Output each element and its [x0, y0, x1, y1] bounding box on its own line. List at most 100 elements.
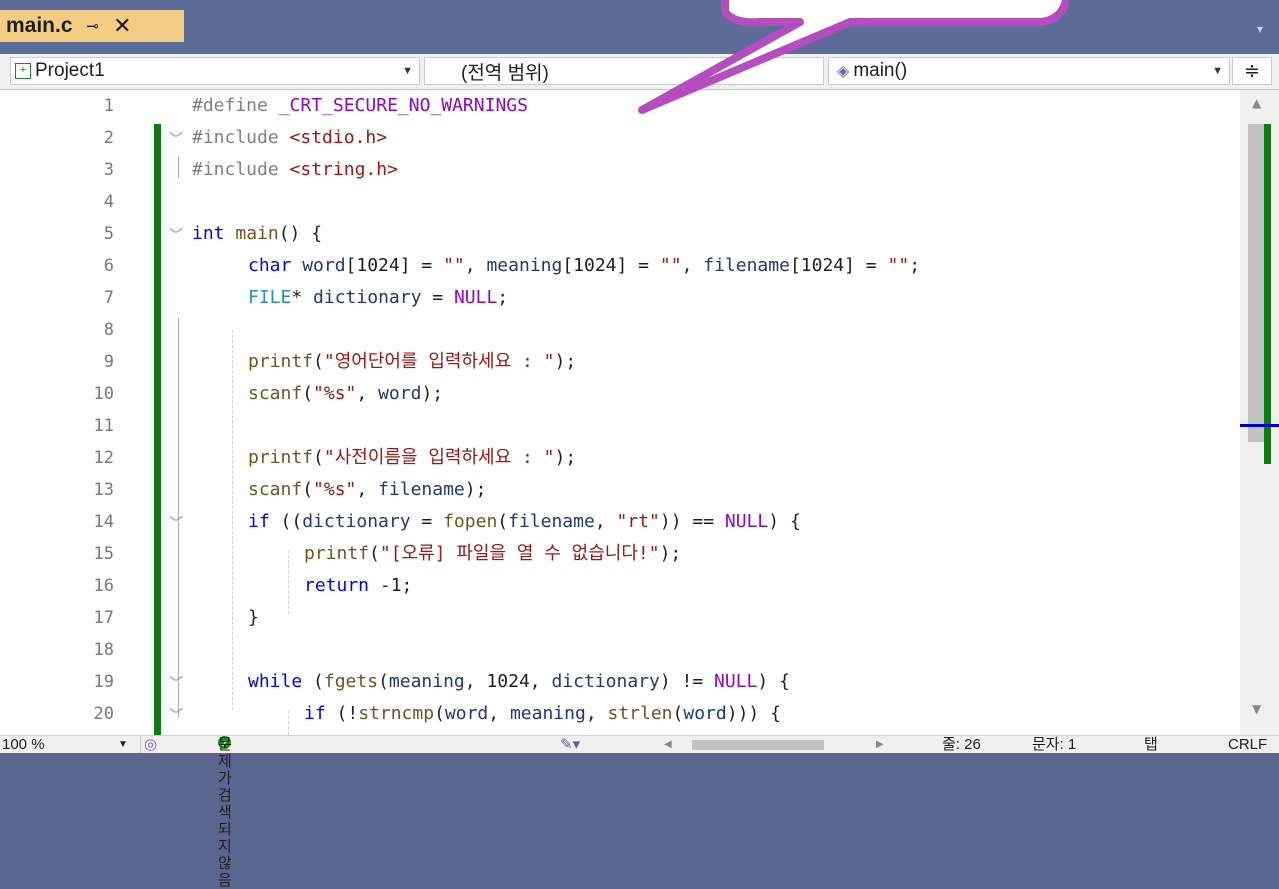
fold-collapse-icon[interactable]: ﹀ [169, 673, 183, 693]
zoom-dropdown[interactable]: 100 % ▼ [0, 736, 141, 753]
code-line: 17 } [0, 602, 1240, 634]
line-number: 20 [93, 704, 114, 724]
code-line: 7 FILE* dictionary = NULL; [0, 282, 1240, 314]
code-line: 2 ﹀ #include <stdio.h> [0, 122, 1240, 154]
change-tracking-bar [154, 124, 161, 735]
line-number: 19 [93, 672, 114, 692]
code-line: 5 ﹀ int main() { [0, 218, 1240, 250]
health-icon[interactable]: ◎ [144, 736, 157, 753]
line-number: 16 [93, 576, 114, 596]
code-line: 18 [0, 634, 1240, 666]
zoom-level: 100 % [2, 736, 45, 753]
code-text: printf("[오류] 파일을 열 수 없습니다!"); [304, 543, 682, 564]
code-line: 9 printf("영어단어를 입력하세요 : "); [0, 346, 1240, 378]
member-dropdown[interactable]: ◈ main() ▼ [828, 57, 1230, 85]
code-text: #include <string.h> [192, 159, 398, 180]
code-line: 3 #include <string.h> [0, 154, 1240, 186]
line-number: 8 [103, 320, 114, 340]
code-text: if (!strncmp(word, meaning, strlen(word)… [304, 703, 781, 724]
line-number: 12 [93, 448, 114, 468]
code-line: 10 scanf("%s", word); [0, 378, 1240, 410]
scroll-down-icon[interactable]: ▼ [1252, 702, 1261, 716]
scope-dropdown[interactable]: (전역 범위) [424, 57, 824, 85]
line-number: 5 [103, 224, 114, 244]
line-number: 13 [93, 480, 114, 500]
line-number: 15 [93, 544, 114, 564]
code-line: 11 [0, 410, 1240, 442]
fold-collapse-icon[interactable]: ﹀ [169, 129, 183, 149]
chevron-down-icon: ▼ [1212, 65, 1223, 77]
code-line: 12 printf("사전이름을 입력하세요 : "); [0, 442, 1240, 474]
navigation-bar: + Project1 ▼ (전역 범위) ◈ main() ▼ ≑ [0, 54, 1279, 90]
code-text: return -1; [304, 575, 413, 596]
scroll-right-icon[interactable]: ▶ [876, 736, 884, 753]
code-text: scanf("%s", filename); [248, 479, 487, 500]
cleanup-icon[interactable]: ✎▾ [560, 736, 580, 753]
fold-collapse-icon[interactable]: ﹀ [169, 225, 183, 245]
code-line: 19 ﹀ while (fgets(meaning, 1024, diction… [0, 666, 1240, 698]
code-line: 8 [0, 314, 1240, 346]
code-editor[interactable]: 1 #define _CRT_SECURE_NO_WARNINGS 2 ﹀ #i… [0, 90, 1240, 735]
tab-filename: main.c [6, 14, 73, 37]
horizontal-scroll-thumb[interactable] [692, 740, 824, 750]
pin-icon[interactable]: ⊸ [87, 17, 100, 35]
line-indicator[interactable]: 줄: 26 [942, 736, 981, 753]
line-number: 7 [103, 288, 114, 308]
line-number: 18 [93, 640, 114, 660]
line-number: 1 [103, 96, 114, 116]
code-line: 20 ﹀ if (!strncmp(word, meaning, strlen(… [0, 698, 1240, 730]
code-line: 13 scanf("%s", filename); [0, 474, 1240, 506]
line-number: 10 [93, 384, 114, 404]
document-tab-bar: main.c ⊸ ✕ ▾ [0, 0, 1279, 54]
change-marker [1264, 124, 1271, 464]
code-line: 15 printf("[오류] 파일을 열 수 없습니다!"); [0, 538, 1240, 570]
member-name: main() [853, 60, 908, 81]
code-text: } [248, 607, 259, 628]
line-number: 2 [103, 128, 114, 148]
code-line: 4 [0, 186, 1240, 218]
project-icon: + [15, 63, 31, 79]
line-number: 17 [93, 608, 114, 628]
chevron-down-icon: ▼ [402, 65, 413, 77]
code-text: while (fgets(meaning, 1024, dictionary) … [248, 671, 790, 692]
fold-collapse-icon[interactable]: ﹀ [169, 513, 183, 533]
code-text: #define _CRT_SECURE_NO_WARNINGS [192, 95, 528, 116]
code-text: scanf("%s", word); [248, 383, 444, 404]
code-text: FILE* dictionary = NULL; [248, 287, 509, 308]
code-line: 16 return -1; [0, 570, 1240, 602]
line-number: 4 [103, 192, 114, 212]
project-name: Project1 [35, 60, 105, 81]
code-text: int main() { [192, 223, 323, 244]
editor-status-bar: 100 % ▼ ◎ ✓ 문제가 검색되지 않음 ✎▾ ◀ ▶ 줄: 26 문자:… [0, 735, 1279, 889]
code-text: #include <stdio.h> [192, 127, 388, 148]
split-window-button[interactable]: ≑ [1232, 57, 1272, 85]
indent-mode[interactable]: 탭 [1144, 736, 1158, 753]
line-number: 3 [103, 160, 114, 180]
char-indicator[interactable]: 문자: 1 [1032, 736, 1076, 753]
scroll-left-icon[interactable]: ◀ [664, 736, 672, 753]
code-text: printf("영어단어를 입력하세요 : "); [248, 351, 577, 372]
project-dropdown[interactable]: + Project1 ▼ [10, 57, 420, 85]
close-icon[interactable]: ✕ [113, 14, 131, 39]
issues-text: 문제가 검색되지 않음 [218, 736, 232, 889]
code-text: if ((dictionary = fopen(filename, "rt"))… [248, 511, 801, 532]
split-icon: ≑ [1244, 60, 1260, 82]
code-line: 1 #define _CRT_SECURE_NO_WARNINGS [0, 90, 1240, 122]
line-number: 6 [103, 256, 114, 276]
caret-marker [1240, 424, 1279, 427]
code-line: 6 char word[1024] = "", meaning[1024] = … [0, 250, 1240, 282]
fold-collapse-icon[interactable]: ﹀ [169, 705, 183, 725]
scroll-up-icon[interactable]: ▲ [1252, 96, 1261, 110]
method-icon: ◈ [837, 63, 850, 80]
code-line: 14 ﹀ if ((dictionary = fopen(filename, "… [0, 506, 1240, 538]
line-number: 9 [103, 352, 114, 372]
tab-main-c[interactable]: main.c ⊸ ✕ [0, 10, 184, 42]
code-text: printf("사전이름을 입력하세요 : "); [248, 447, 577, 468]
line-number: 11 [93, 416, 114, 436]
chevron-down-icon: ▼ [118, 739, 128, 750]
tab-overflow-icon[interactable]: ▾ [1257, 22, 1263, 36]
line-number: 14 [93, 512, 114, 532]
vertical-scrollbar[interactable]: ▲ ▼ [1240, 90, 1279, 735]
line-ending[interactable]: CRLF [1228, 736, 1267, 753]
scope-label: (전역 범위) [461, 62, 549, 84]
